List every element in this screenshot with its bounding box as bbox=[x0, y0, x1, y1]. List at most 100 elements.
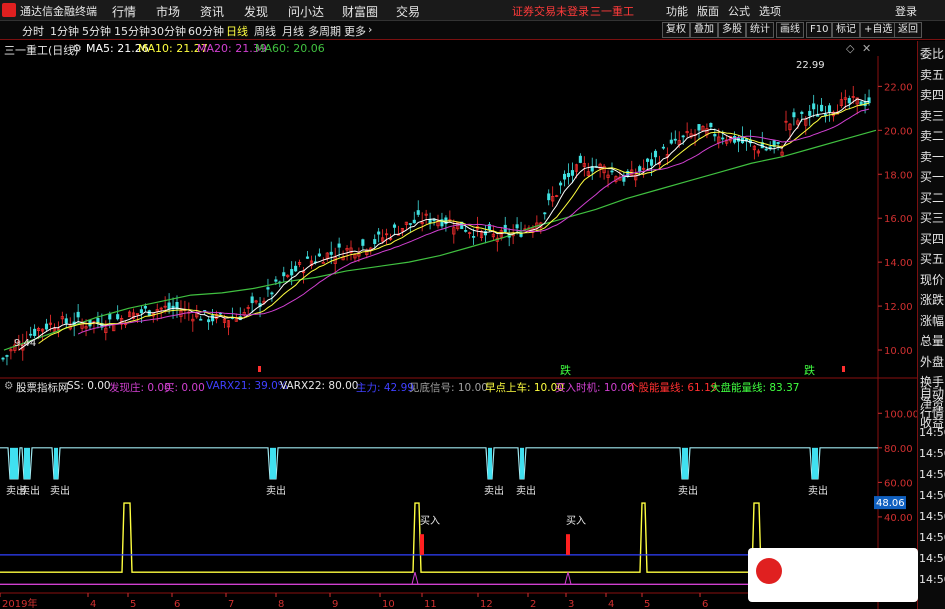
btn-back[interactable]: 返回 bbox=[894, 22, 922, 38]
candle-body bbox=[329, 251, 333, 255]
menu-item-wealth[interactable]: 财富圈 bbox=[342, 3, 378, 20]
candle-body bbox=[266, 287, 270, 290]
date-label: 4 bbox=[608, 599, 614, 609]
moving-average-lines bbox=[3, 98, 877, 351]
tf-1min[interactable]: 1分钟 bbox=[50, 23, 79, 39]
candle-body bbox=[578, 155, 582, 163]
tf-more[interactable]: 更多 bbox=[344, 23, 366, 39]
side-panel-label[interactable]: 卖一 bbox=[920, 148, 944, 165]
price-tick-label: 10.00 bbox=[884, 346, 913, 357]
btn-stats[interactable]: 统计 bbox=[746, 22, 774, 38]
side-panel-label[interactable]: 委比 bbox=[920, 45, 944, 62]
close-icon[interactable]: ✕ bbox=[862, 42, 871, 55]
btn-draw[interactable]: 画线 bbox=[776, 22, 804, 38]
menu-item-market[interactable]: 市场 bbox=[156, 3, 180, 20]
menu-item-discover[interactable]: 发现 bbox=[244, 3, 268, 20]
settings-gear-icon[interactable]: ⚙ bbox=[72, 42, 82, 55]
tf-5min[interactable]: 5分钟 bbox=[82, 23, 111, 39]
side-panel-label[interactable]: 涨幅 bbox=[920, 312, 944, 329]
candle-body bbox=[408, 223, 412, 225]
buy-spike bbox=[564, 572, 572, 585]
menu-item-quotes[interactable]: 行情 bbox=[112, 3, 136, 20]
side-panel-label[interactable]: 买五 bbox=[920, 250, 944, 267]
kline-chart[interactable]: 22.00 20.00 18.00 16.00 14.00 12.00 10.00 22.99… bbox=[0, 56, 917, 609]
side-panel-label[interactable]: 卖四 bbox=[920, 86, 944, 103]
ma60-value: MA60: 20.06 bbox=[255, 42, 325, 55]
btn-mark[interactable]: 标记 bbox=[832, 22, 860, 38]
side-panel-label[interactable]: 卖五 bbox=[920, 66, 944, 83]
tf-daily[interactable]: 日线 bbox=[226, 23, 248, 39]
buy-label: 买入 bbox=[420, 515, 440, 527]
tf-weekly[interactable]: 周线 bbox=[254, 23, 276, 39]
side-panel-label[interactable]: 买二 bbox=[920, 189, 944, 206]
date-label: 5 bbox=[130, 599, 136, 609]
side-panel-label[interactable]: 涨跌 bbox=[920, 291, 944, 308]
side-panel-label[interactable]: 卖三 bbox=[920, 107, 944, 124]
side-panel-label[interactable]: 买四 bbox=[920, 230, 944, 247]
tf-monthly[interactable]: 月线 bbox=[282, 23, 304, 39]
candle-body bbox=[294, 265, 298, 272]
date-label: 4 bbox=[90, 599, 96, 609]
indicator-value: 大盘能量线: 83.37 bbox=[710, 382, 800, 394]
tf-intraday[interactable]: 分时 bbox=[22, 23, 44, 39]
date-label: 11 bbox=[424, 599, 437, 609]
candle-body bbox=[653, 150, 658, 158]
btn-overlay[interactable]: 叠加 bbox=[690, 22, 718, 38]
indicator-value: VARX22: 80.00 bbox=[280, 380, 359, 392]
ind-tick-label: 80.00 bbox=[884, 444, 913, 455]
chart-labels: 22.00 20.00 18.00 16.00 14.00 12.00 10.00 22.99… bbox=[14, 60, 913, 377]
menu-options[interactable]: 选项 bbox=[759, 3, 781, 19]
side-panel-label[interactable]: 买一 bbox=[920, 168, 944, 185]
tf-30min[interactable]: 30分钟 bbox=[150, 23, 186, 39]
indicator-value: 早点上车: 10.00 bbox=[485, 382, 564, 394]
side-panel-time: 14:50 bbox=[919, 531, 945, 544]
candle-body bbox=[827, 105, 832, 113]
menu-item-trade[interactable]: 交易 bbox=[396, 3, 420, 20]
candle-body bbox=[116, 314, 120, 320]
btn-adjust[interactable]: 复权 bbox=[662, 22, 690, 38]
tf-multi[interactable]: 多周期 bbox=[308, 23, 341, 39]
btn-multi-stock[interactable]: 多股 bbox=[718, 22, 746, 38]
candle-body bbox=[649, 159, 654, 166]
menu-item-news[interactable]: 资讯 bbox=[200, 3, 224, 20]
menu-item-ask[interactable]: 问小达 bbox=[288, 3, 324, 20]
side-panel-label[interactable]: 自动 bbox=[920, 384, 944, 401]
tf-15min[interactable]: 15分钟 bbox=[114, 23, 150, 39]
candle-body bbox=[373, 239, 377, 244]
sell-bar bbox=[520, 447, 524, 479]
candle-body bbox=[515, 224, 519, 229]
chevron-right-icon[interactable]: › bbox=[368, 23, 372, 36]
tf-60min[interactable]: 60分钟 bbox=[188, 23, 224, 39]
btn-add-favorite[interactable]: +自选 bbox=[860, 22, 897, 38]
date-label: 10 bbox=[382, 599, 395, 609]
diamond-icon[interactable]: ◇ bbox=[846, 42, 854, 55]
candle-body bbox=[317, 253, 321, 257]
candle-body bbox=[274, 279, 278, 282]
candle-body bbox=[547, 193, 551, 201]
side-panel-label[interactable]: 外盘 bbox=[920, 353, 944, 370]
side-panel-time: 14:50 bbox=[919, 489, 945, 502]
side-panel-label[interactable]: 行情 bbox=[920, 404, 944, 421]
sell-label: 卖出 bbox=[266, 484, 286, 497]
menu-function[interactable]: 功能 bbox=[666, 3, 688, 19]
login-button[interactable]: 登录 bbox=[895, 3, 917, 19]
settings-gear-icon[interactable]: ⚙ bbox=[4, 380, 13, 392]
candle-body bbox=[610, 170, 614, 173]
signal-tick bbox=[258, 366, 261, 372]
signal-mark: 跌 bbox=[560, 363, 571, 377]
indicator-name[interactable]: 股票指标网 bbox=[16, 380, 69, 395]
candle-body bbox=[847, 98, 851, 104]
sell-label: 卖出 bbox=[678, 484, 698, 497]
side-panel-time: 14:50 bbox=[919, 447, 945, 460]
trade-login-notice[interactable]: 证券交易未登录 bbox=[512, 3, 589, 19]
candle-body bbox=[199, 318, 203, 321]
candle-body bbox=[5, 355, 9, 357]
side-panel-label[interactable]: 总量 bbox=[920, 332, 944, 349]
menu-layout[interactable]: 版面 bbox=[697, 3, 719, 19]
candle-body bbox=[464, 230, 468, 232]
side-panel-label[interactable]: 买三 bbox=[920, 209, 944, 226]
side-panel-label[interactable]: 现价 bbox=[920, 271, 944, 288]
btn-f10[interactable]: F10 bbox=[806, 22, 833, 38]
side-panel-label[interactable]: 卖二 bbox=[920, 127, 944, 144]
menu-formula[interactable]: 公式 bbox=[728, 3, 750, 19]
